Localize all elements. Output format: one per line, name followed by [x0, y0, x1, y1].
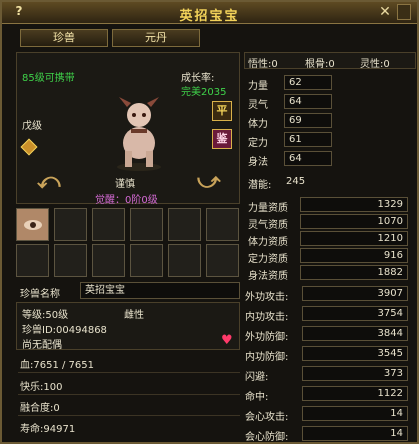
combat-label: 内功攻击:: [245, 312, 289, 323]
pet-id: 珍兽ID:00494868: [22, 325, 107, 336]
attr-value: 64: [284, 94, 332, 109]
jian-button[interactable]: 鉴: [212, 129, 232, 149]
skill-slot-9[interactable]: [92, 244, 125, 277]
combat-label: 外功防御:: [245, 332, 289, 343]
combat-value: 373: [302, 366, 408, 381]
combat-value: 14: [302, 426, 408, 441]
talent-label: 身法资质: [248, 271, 288, 282]
talent-label: 力量资质: [248, 203, 288, 214]
pet-hp: 血:7651 / 7651: [20, 360, 94, 371]
attr-value: 69: [284, 113, 332, 128]
skill-slot-11[interactable]: [168, 244, 201, 277]
combat-label: 内功防御:: [245, 352, 289, 363]
skill-slot-7[interactable]: [16, 244, 49, 277]
combat-value: 3545: [302, 346, 408, 361]
temper-text: 谨慎: [115, 179, 135, 190]
close-icon[interactable]: ✕: [377, 4, 393, 20]
attr-label: 定力: [248, 138, 268, 149]
skill-slot-6[interactable]: [206, 208, 239, 241]
gem-icon: [20, 138, 38, 156]
attr-label: 灵气: [248, 100, 268, 111]
attr-label: 身法: [248, 157, 268, 168]
talent-value: 1329: [300, 197, 408, 212]
pet-name-label: 珍兽名称: [20, 289, 60, 300]
skill-face-icon: [17, 209, 48, 240]
combat-label: 会心防御:: [245, 432, 289, 443]
talent-value: 1070: [300, 214, 408, 229]
gengu-value: 根骨:0: [305, 59, 335, 70]
pet-info-panel: 等级:50级 雌性 珍兽ID:00494868 尚无配偶 ♥: [16, 302, 240, 351]
rotate-right-icon[interactable]: ⤻: [197, 169, 221, 194]
attr-label: 力量: [248, 81, 268, 92]
growth-value: 完美2035: [181, 87, 227, 98]
talent-value: 916: [300, 248, 408, 263]
combat-value: 3907: [302, 286, 408, 301]
talent-label: 灵气资质: [248, 220, 288, 231]
tab-yuandan[interactable]: 元丹: [112, 29, 200, 47]
skill-slot-3[interactable]: [92, 208, 125, 241]
skill-slot-1[interactable]: [16, 208, 49, 241]
combat-label: 外功攻击:: [245, 292, 289, 303]
combat-value: 3844: [302, 326, 408, 341]
pet-happy: 快乐:100: [20, 382, 63, 393]
potential-label: 潜能:: [248, 180, 272, 191]
divider: [18, 415, 240, 416]
talent-value: 1210: [300, 231, 408, 246]
pet-name-input[interactable]: 英招宝宝: [80, 282, 240, 299]
window-title: 英招宝宝: [179, 9, 240, 24]
ping-button[interactable]: 平: [212, 101, 232, 121]
talent-label: 定力资质: [248, 254, 288, 265]
title-bar[interactable]: ? 英招宝宝 ✕: [2, 2, 417, 24]
combat-value: 3754: [302, 306, 408, 321]
rotate-left-icon[interactable]: ⤺: [37, 169, 61, 194]
lingxing-value: 灵性:0: [360, 59, 390, 70]
attr-value: 61: [284, 132, 332, 147]
skill-slot-4[interactable]: [130, 208, 163, 241]
skill-slot-5[interactable]: [168, 208, 201, 241]
tab-pet[interactable]: 珍兽: [20, 29, 108, 47]
pet-level: 等级:50级: [22, 310, 69, 321]
talent-label: 体力资质: [248, 237, 288, 248]
pet-display-panel: 85级可携带 成长率: 完美2035 戊级 平 鉴 ⤺ ⤻ 谨慎 觉醒：0阶0级: [16, 52, 240, 206]
skill-slot-10[interactable]: [130, 244, 163, 277]
pet-mate: 尚无配偶: [22, 340, 62, 351]
growth-label: 成长率:: [181, 73, 215, 84]
level-carry-text: 85级可携带: [22, 73, 75, 84]
divider: [18, 372, 240, 373]
combat-label: 闪避:: [245, 372, 269, 383]
combat-label: 会心攻击:: [245, 412, 289, 423]
combat-label: 命中:: [245, 392, 269, 403]
awaken-text: 觉醒：0阶0级: [95, 195, 158, 206]
grade-text: 戊级: [22, 121, 42, 132]
divider: [18, 394, 240, 395]
pet-window: ? 英招宝宝 ✕ 珍兽 元丹 85级可携带 成长率: 完美2035 戊级 平 鉴…: [0, 0, 419, 444]
combat-value: 14: [302, 406, 408, 421]
skill-slot-2[interactable]: [54, 208, 87, 241]
pin-icon[interactable]: [397, 4, 411, 20]
pet-gender: 雌性: [124, 310, 144, 321]
attr-label: 体力: [248, 119, 268, 130]
pet-fusion: 融合度:0: [20, 403, 60, 414]
attr-value: 64: [284, 151, 332, 166]
attr-value: 62: [284, 75, 332, 90]
potential-value: 245: [286, 176, 306, 187]
wuxing-value: 悟性:0: [248, 59, 278, 70]
pet-life: 寿命:94971: [20, 424, 76, 435]
talent-value: 1882: [300, 265, 408, 280]
aptitude-row: 悟性:0 根骨:0 灵性:0: [244, 52, 416, 70]
skill-slot-8[interactable]: [54, 244, 87, 277]
pet-portrait: [117, 97, 161, 171]
skill-slot-12[interactable]: [206, 244, 239, 277]
combat-value: 1122: [302, 386, 408, 401]
heart-icon[interactable]: ♥: [221, 333, 233, 348]
